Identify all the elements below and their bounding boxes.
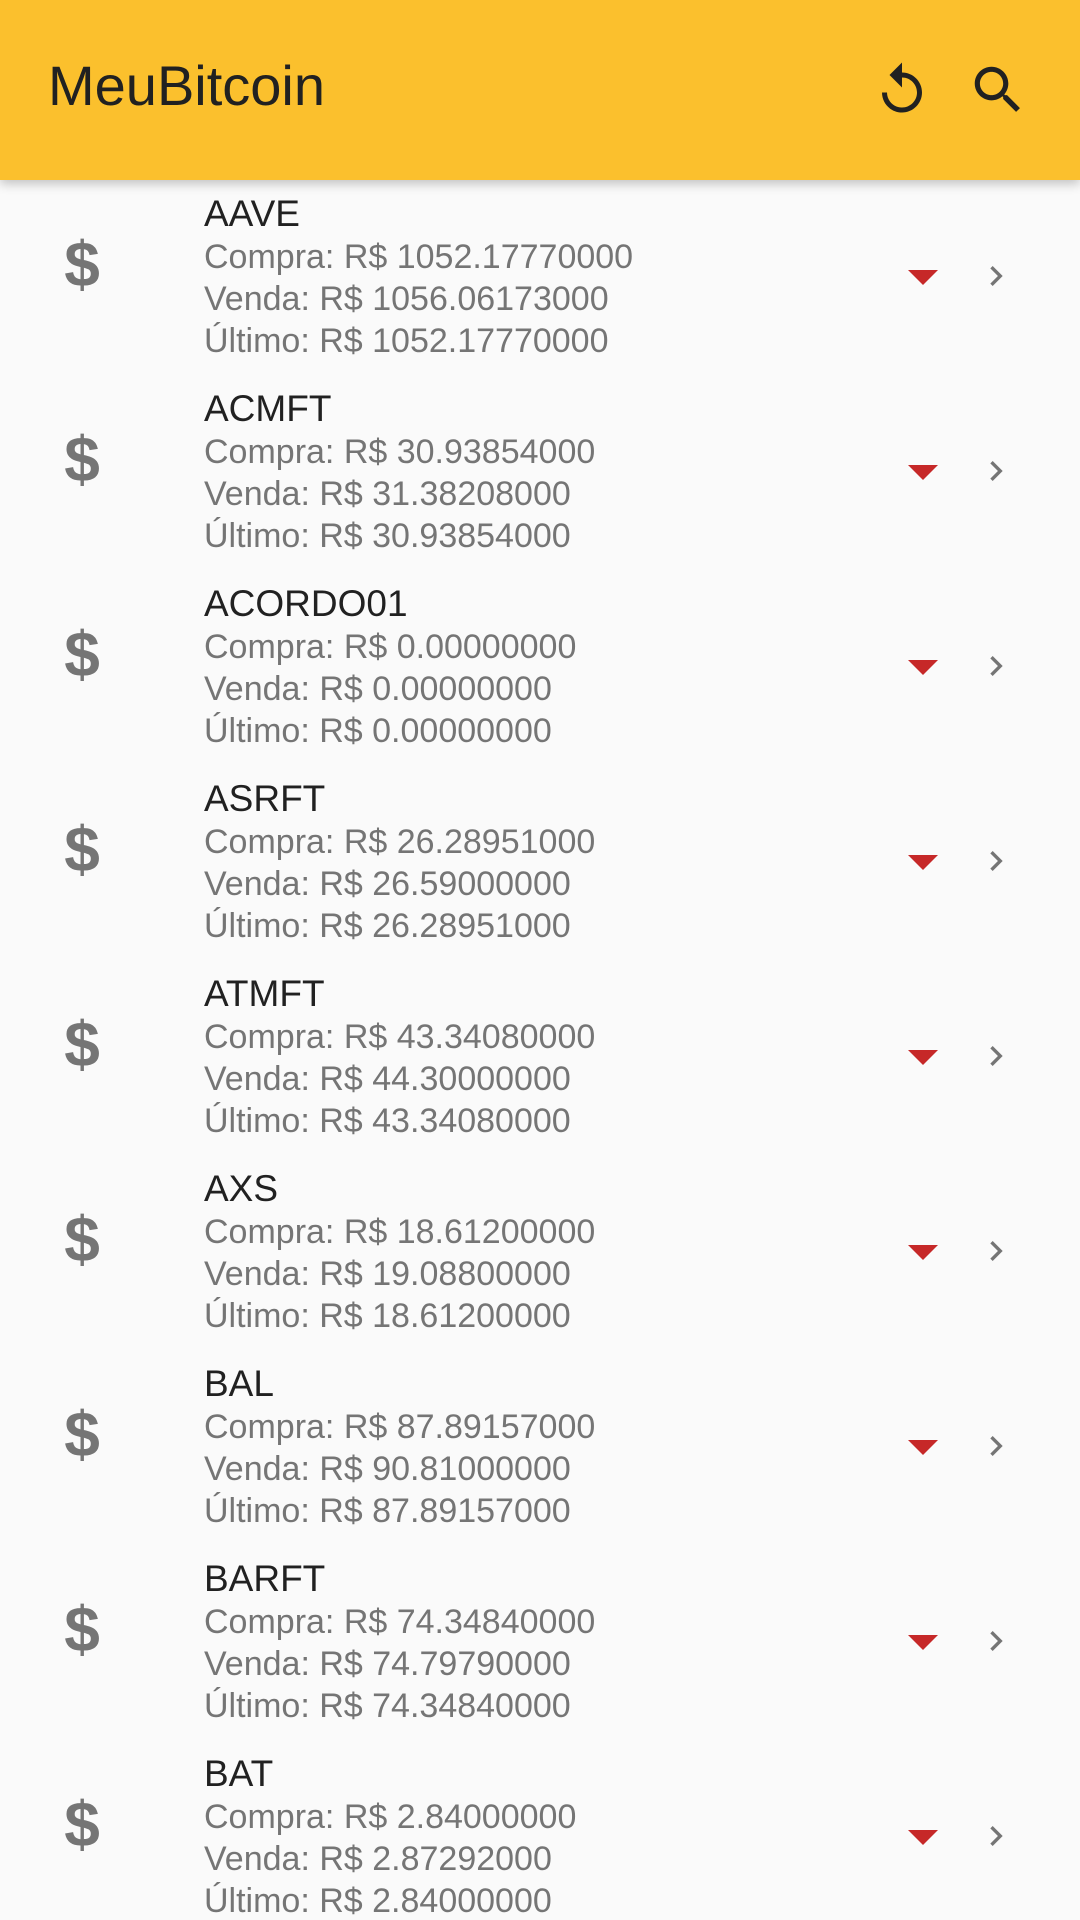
coin-list-item[interactable]: $ AAVE Compra: R$ 1052.17770000 Venda: R… [0, 180, 1080, 375]
trend-down-icon [908, 1050, 938, 1065]
trend-down-icon [908, 270, 938, 285]
last-price: Último: R$ 0.00000000 [204, 712, 552, 750]
coin-list-item[interactable]: $ ACORDO01 Compra: R$ 0.00000000 Venda: … [0, 570, 1080, 765]
buy-price: Compra: R$ 18.61200000 [204, 1213, 596, 1251]
buy-price: Compra: R$ 1052.17770000 [204, 238, 634, 276]
last-price: Último: R$ 1052.17770000 [204, 322, 609, 360]
dollar-icon: $ [64, 1398, 100, 1470]
coin-name: BAT [204, 1753, 274, 1794]
dollar-icon: $ [64, 1008, 100, 1080]
dollar-icon: $ [64, 228, 100, 300]
search-button[interactable] [954, 46, 1042, 134]
chevron-right-icon[interactable] [976, 1621, 1016, 1661]
coin-list-item[interactable]: $ ATMFT Compra: R$ 43.34080000 Venda: R$… [0, 960, 1080, 1155]
last-price: Último: R$ 43.34080000 [204, 1102, 571, 1140]
sell-price: Venda: R$ 26.59000000 [204, 865, 571, 903]
trend-down-icon [908, 465, 938, 480]
last-price: Último: R$ 26.28951000 [204, 907, 571, 945]
sell-price: Venda: R$ 74.79790000 [204, 1645, 571, 1683]
coin-name: AXS [204, 1168, 279, 1209]
dollar-icon: $ [64, 813, 100, 885]
coin-list-item[interactable]: $ ASRFT Compra: R$ 26.28951000 Venda: R$… [0, 765, 1080, 960]
trend-down-icon [908, 1440, 938, 1455]
buy-price: Compra: R$ 74.34840000 [204, 1603, 596, 1641]
chevron-right-icon[interactable] [976, 1816, 1016, 1856]
coin-text: AAVE Compra: R$ 1052.17770000 Venda: R$ … [204, 192, 633, 362]
trend-down-icon [908, 1830, 938, 1845]
last-price: Último: R$ 18.61200000 [204, 1297, 571, 1335]
chevron-right-icon[interactable] [976, 1231, 1016, 1271]
coin-name: BAL [204, 1363, 274, 1404]
last-price: Último: R$ 74.34840000 [204, 1687, 571, 1725]
coin-name: AAVE [204, 193, 300, 234]
sell-price: Venda: R$ 19.08800000 [204, 1255, 571, 1293]
trend-down-icon [908, 660, 938, 675]
chevron-right-icon[interactable] [976, 841, 1016, 881]
buy-price: Compra: R$ 87.89157000 [204, 1408, 596, 1446]
sell-price: Venda: R$ 44.30000000 [204, 1060, 571, 1098]
chevron-right-icon[interactable] [976, 1426, 1016, 1466]
dollar-icon: $ [64, 1788, 100, 1860]
coin-name: ACORDO01 [204, 583, 408, 624]
trend-down-icon [908, 1245, 938, 1260]
coin-list-item[interactable]: $ BARFT Compra: R$ 74.34840000 Venda: R$… [0, 1545, 1080, 1740]
coin-list-item[interactable]: $ BAT Compra: R$ 2.84000000 Venda: R$ 2.… [0, 1740, 1080, 1920]
buy-price: Compra: R$ 30.93854000 [204, 433, 596, 471]
chevron-right-icon[interactable] [976, 646, 1016, 686]
buy-price: Compra: R$ 43.34080000 [204, 1018, 596, 1056]
coin-list[interactable]: $ AAVE Compra: R$ 1052.17770000 Venda: R… [0, 180, 1080, 1920]
sell-price: Venda: R$ 31.38208000 [204, 475, 571, 513]
buy-price: Compra: R$ 26.28951000 [204, 823, 596, 861]
last-price: Último: R$ 2.84000000 [204, 1882, 552, 1920]
coin-text: BAL Compra: R$ 87.89157000 Venda: R$ 90.… [204, 1362, 595, 1532]
app-bar: MeuBitcoin [0, 0, 1080, 180]
dollar-icon: $ [64, 1593, 100, 1665]
dollar-icon: $ [64, 423, 100, 495]
search-icon [974, 66, 1020, 112]
trend-down-icon [908, 1635, 938, 1650]
app-title: MeuBitcoin [48, 54, 326, 117]
dollar-icon: $ [64, 618, 100, 690]
last-price: Último: R$ 87.89157000 [204, 1492, 571, 1530]
coin-text: AXS Compra: R$ 18.61200000 Venda: R$ 19.… [204, 1167, 595, 1337]
sell-price: Venda: R$ 1056.06173000 [204, 280, 609, 318]
coin-text: BAT Compra: R$ 2.84000000 Venda: R$ 2.87… [204, 1752, 576, 1920]
last-price: Último: R$ 30.93854000 [204, 517, 571, 555]
sell-price: Venda: R$ 90.81000000 [204, 1450, 571, 1488]
coin-name: ACMFT [204, 388, 332, 429]
buy-price: Compra: R$ 0.00000000 [204, 628, 577, 666]
coin-name: ATMFT [204, 973, 325, 1014]
dollar-icon: $ [64, 1203, 100, 1275]
chevron-right-icon[interactable] [976, 1036, 1016, 1076]
coin-text: BARFT Compra: R$ 74.34840000 Venda: R$ 7… [204, 1557, 595, 1727]
chevron-right-icon[interactable] [976, 256, 1016, 296]
coin-text: ATMFT Compra: R$ 43.34080000 Venda: R$ 4… [204, 972, 595, 1142]
coin-list-item[interactable]: $ AXS Compra: R$ 18.61200000 Venda: R$ 1… [0, 1155, 1080, 1350]
buy-price: Compra: R$ 2.84000000 [204, 1798, 577, 1836]
chevron-right-icon[interactable] [976, 451, 1016, 491]
coin-text: ACMFT Compra: R$ 30.93854000 Venda: R$ 3… [204, 387, 595, 557]
sell-price: Venda: R$ 2.87292000 [204, 1840, 552, 1878]
coin-text: ACORDO01 Compra: R$ 0.00000000 Venda: R$… [204, 582, 576, 752]
coin-name: BARFT [204, 1558, 326, 1599]
coin-list-item[interactable]: $ BAL Compra: R$ 87.89157000 Venda: R$ 9… [0, 1350, 1080, 1545]
trend-down-icon [908, 855, 938, 870]
coin-name: ASRFT [204, 778, 326, 819]
refresh-button[interactable] [858, 46, 946, 134]
coin-text: ASRFT Compra: R$ 26.28951000 Venda: R$ 2… [204, 777, 595, 947]
refresh-icon [882, 62, 922, 113]
sell-price: Venda: R$ 0.00000000 [204, 670, 552, 708]
coin-list-item[interactable]: $ ACMFT Compra: R$ 30.93854000 Venda: R$… [0, 375, 1080, 570]
